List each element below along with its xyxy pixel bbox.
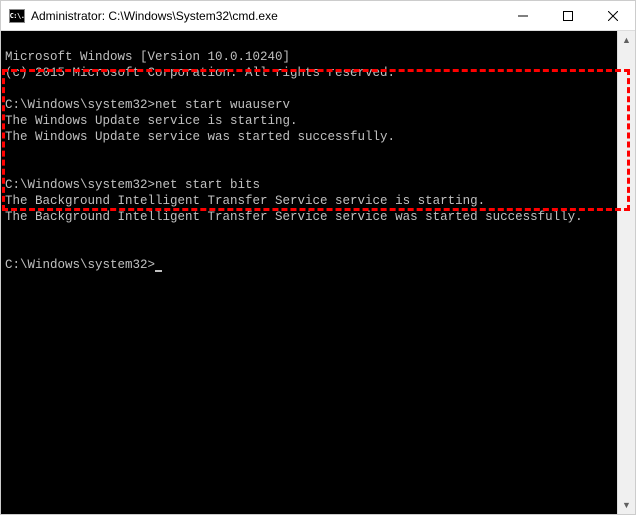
minimize-icon xyxy=(518,11,528,21)
scroll-up-button[interactable]: ▲ xyxy=(618,31,635,49)
chevron-up-icon: ▲ xyxy=(622,35,631,45)
scroll-down-button[interactable]: ▼ xyxy=(618,496,635,514)
output-line: The Background Intelligent Transfer Serv… xyxy=(5,210,583,224)
vertical-scrollbar[interactable]: ▲ ▼ xyxy=(617,31,635,514)
terminal-area[interactable]: Microsoft Windows [Version 10.0.10240] (… xyxy=(1,31,617,514)
window-controls xyxy=(500,1,635,30)
version-line: Microsoft Windows [Version 10.0.10240] xyxy=(5,50,290,64)
command-text: net start wuauserv xyxy=(155,98,290,112)
minimize-button[interactable] xyxy=(500,1,545,30)
maximize-icon xyxy=(563,11,573,21)
titlebar[interactable]: C:\. Administrator: C:\Windows\System32\… xyxy=(1,1,635,31)
window-title: Administrator: C:\Windows\System32\cmd.e… xyxy=(31,9,500,23)
chevron-down-icon: ▼ xyxy=(622,500,631,510)
prompt: C:\Windows\system32> xyxy=(5,178,155,192)
command-text: net start bits xyxy=(155,178,260,192)
output-line: The Windows Update service is starting. xyxy=(5,114,298,128)
maximize-button[interactable] xyxy=(545,1,590,30)
cmd-icon: C:\. xyxy=(9,9,25,23)
cursor xyxy=(155,270,162,272)
output-line: The Background Intelligent Transfer Serv… xyxy=(5,194,485,208)
close-button[interactable] xyxy=(590,1,635,30)
prompt-current: C:\Windows\system32> xyxy=(5,258,155,272)
copyright-line: (c) 2015 Microsoft Corporation. All righ… xyxy=(5,66,395,80)
output-line: The Windows Update service was started s… xyxy=(5,130,395,144)
close-icon xyxy=(608,11,618,21)
prompt: C:\Windows\system32> xyxy=(5,98,155,112)
